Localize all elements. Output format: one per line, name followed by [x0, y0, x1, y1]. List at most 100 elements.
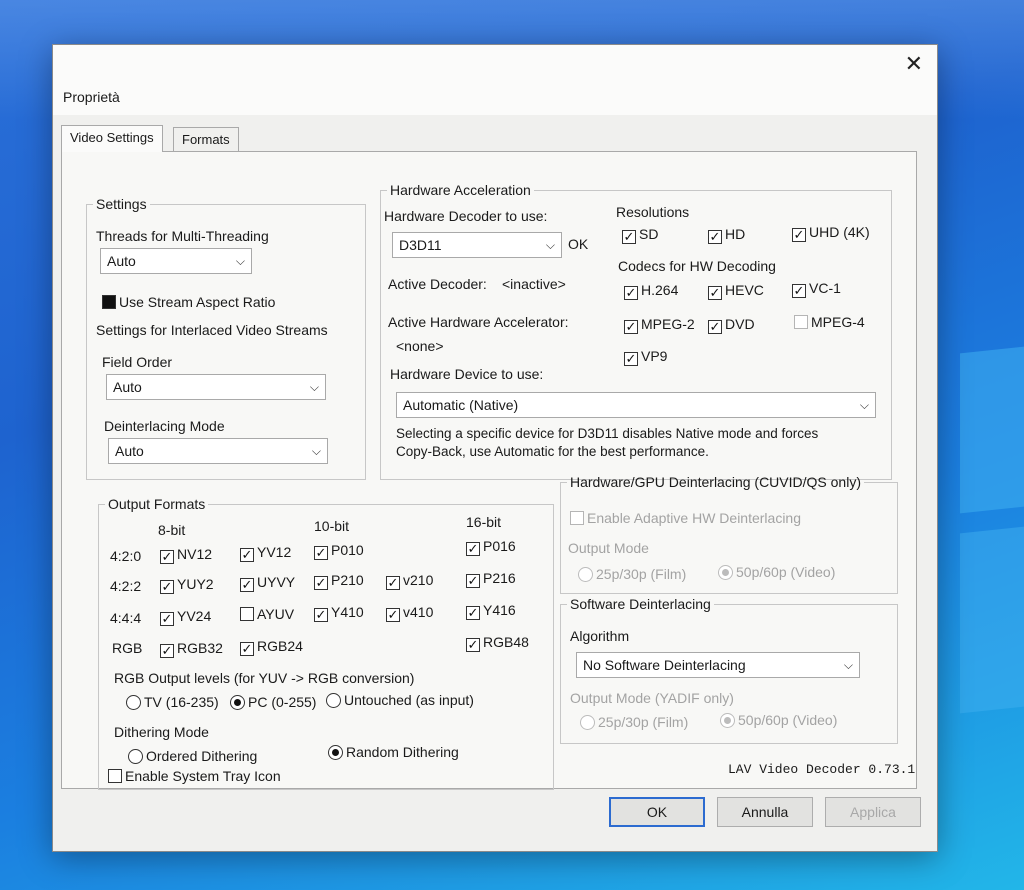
checkmark-icon: ✓: [624, 351, 638, 366]
tray-icon-checkbox[interactable]: Enable System Tray Icon: [108, 768, 281, 784]
dither-ordered-label: Ordered Dithering: [146, 748, 258, 764]
stream-aspect-checkbox[interactable]: Use Stream Aspect Ratio: [102, 294, 275, 310]
fmt-p016-checkbox[interactable]: ✓ P016: [466, 538, 516, 556]
fmt-rgb32-label: RGB32: [177, 640, 223, 656]
tray-icon-label: Enable System Tray Icon: [125, 768, 281, 784]
codec-dvd-label: DVD: [725, 316, 755, 332]
dither-ordered-radio[interactable]: Ordered Dithering: [128, 748, 257, 764]
desktop-logo-pane: [960, 526, 1024, 714]
codec-mpeg2-checkbox[interactable]: ✓ MPEG-2: [624, 316, 695, 334]
fmt-p010-checkbox[interactable]: ✓ P010: [314, 542, 364, 560]
fmt-nv12-checkbox[interactable]: ✓ NV12: [160, 546, 212, 564]
fmt-v210-label: v210: [403, 572, 434, 588]
hw-device-value: Automatic (Native): [403, 397, 519, 413]
radio-off-icon: [126, 695, 141, 710]
checkmark-icon: ✓: [160, 549, 174, 564]
codec-mpeg2-label: MPEG-2: [641, 316, 695, 332]
codec-mpeg4-checkbox[interactable]: MPEG-4: [794, 314, 865, 330]
dither-random-radio[interactable]: Random Dithering: [328, 744, 459, 760]
hw-decoder-dropdown[interactable]: D3D11 ⌵: [392, 232, 562, 258]
close-icon[interactable]: ✕: [905, 51, 923, 77]
hw-film-radio[interactable]: 25p/30p (Film): [578, 566, 686, 582]
fmt-p216-checkbox[interactable]: ✓ P216: [466, 570, 516, 588]
fmt-rgb48-checkbox[interactable]: ✓ RGB48: [466, 634, 529, 652]
checkmark-icon: ✓: [314, 575, 328, 590]
fmt-rgb24-checkbox[interactable]: ✓ RGB24: [240, 638, 303, 656]
radio-on-icon: [720, 713, 735, 728]
codec-dvd-checkbox[interactable]: ✓ DVD: [708, 316, 755, 334]
fmt-v410-checkbox[interactable]: ✓ v410: [386, 604, 433, 622]
tab-video-settings[interactable]: Video Settings: [61, 125, 163, 152]
row-420-label: 4:2:0: [110, 548, 142, 564]
fmt-y410-checkbox[interactable]: ✓ Y410: [314, 604, 364, 622]
rgb-tv-label: TV (16-235): [144, 694, 219, 710]
codec-vp9-checkbox[interactable]: ✓ VP9: [624, 348, 667, 366]
fmt-rgb48-label: RGB48: [483, 634, 529, 650]
res-uhd-checkbox[interactable]: ✓ UHD (4K): [792, 224, 870, 242]
hw-decoder-label: Hardware Decoder to use:: [384, 208, 548, 224]
rgb-pc-radio[interactable]: PC (0-255): [230, 694, 316, 710]
radio-off-icon: [326, 693, 341, 708]
sw-video-radio[interactable]: 50p/60p (Video): [720, 712, 837, 728]
hw-video-radio[interactable]: 50p/60p (Video): [718, 564, 835, 580]
col-10bit-label: 10-bit: [314, 518, 350, 534]
adaptive-hw-deint-checkbox[interactable]: Enable Adaptive HW Deinterlacing: [570, 510, 801, 526]
stream-aspect-label: Use Stream Aspect Ratio: [119, 294, 276, 310]
active-accel-label: Active Hardware Accelerator:: [388, 314, 569, 330]
tab-formats[interactable]: Formats: [173, 127, 239, 152]
res-sd-checkbox[interactable]: ✓ SD: [622, 226, 658, 244]
hw-device-label: Hardware Device to use:: [390, 366, 544, 382]
fmt-yv12-label: YV12: [257, 544, 292, 560]
res-sd-label: SD: [639, 226, 659, 242]
hw-accel-legend: Hardware Acceleration: [390, 182, 531, 198]
fmt-yuy2-checkbox[interactable]: ✓ YUY2: [160, 576, 214, 594]
codec-h264-checkbox[interactable]: ✓ H.264: [624, 282, 678, 300]
hw-decoder-status: OK: [568, 236, 589, 252]
ok-button[interactable]: OK: [609, 797, 705, 827]
fmt-rgb32-checkbox[interactable]: ✓ RGB32: [160, 640, 223, 658]
rgb-untouched-radio[interactable]: Untouched (as input): [326, 692, 474, 708]
title-bar: Proprietà ✕: [53, 45, 937, 115]
rgb-tv-radio[interactable]: TV (16-235): [126, 694, 219, 710]
checkmark-icon: ✓: [466, 637, 480, 652]
hw-note-line1: Selecting a specific device for D3D11 di…: [396, 426, 819, 441]
checkmark-icon: ✓: [792, 283, 806, 298]
fmt-v410-label: v410: [403, 604, 434, 620]
fmt-ayuv-checkbox[interactable]: AYUV: [240, 606, 294, 622]
deint-mode-dropdown[interactable]: Auto ⌵: [108, 438, 328, 464]
fmt-v210-checkbox[interactable]: ✓ v210: [386, 572, 433, 590]
res-hd-checkbox[interactable]: ✓ HD: [708, 226, 745, 244]
fmt-yuy2-label: YUY2: [177, 576, 214, 592]
desktop-logo-pane: [960, 346, 1024, 514]
dither-random-label: Random Dithering: [346, 744, 459, 760]
deint-mode-value: Auto: [115, 443, 144, 459]
active-accel-value: <none>: [396, 338, 444, 354]
algorithm-dropdown[interactable]: No Software Deinterlacing ⌵: [576, 652, 860, 678]
sw-film-radio[interactable]: 25p/30p (Film): [580, 714, 688, 730]
chevron-down-icon: ⌵: [311, 444, 321, 458]
checkbox-empty-icon: [108, 769, 122, 783]
field-order-dropdown[interactable]: Auto ⌵: [106, 374, 326, 400]
threads-dropdown[interactable]: Auto ⌵: [100, 248, 252, 274]
codec-hevc-checkbox[interactable]: ✓ HEVC: [708, 282, 764, 300]
hw-note-line2: Copy-Back, use Automatic for the best pe…: [396, 444, 709, 459]
checkmark-icon: ✓: [466, 573, 480, 588]
fmt-yv24-checkbox[interactable]: ✓ YV24: [160, 608, 211, 626]
dither-label: Dithering Mode: [114, 724, 209, 740]
checkbox-empty-icon: [570, 511, 584, 525]
radio-on-icon: [328, 745, 343, 760]
apply-button[interactable]: Applica: [825, 797, 921, 827]
checkbox-empty-icon: [794, 315, 808, 329]
fmt-yv24-label: YV24: [177, 608, 212, 624]
hw-device-dropdown[interactable]: Automatic (Native) ⌵: [396, 392, 876, 418]
fmt-nv12-label: NV12: [177, 546, 213, 562]
fmt-yv12-checkbox[interactable]: ✓ YV12: [240, 544, 291, 562]
hw-video-label: 50p/60p (Video): [736, 564, 836, 580]
fmt-p210-checkbox[interactable]: ✓ P210: [314, 572, 364, 590]
fmt-y416-checkbox[interactable]: ✓ Y416: [466, 602, 516, 620]
codec-vc1-checkbox[interactable]: ✓ VC-1: [792, 280, 841, 298]
fmt-uyvy-checkbox[interactable]: ✓ UYVY: [240, 574, 295, 592]
radio-off-icon: [580, 715, 595, 730]
active-decoder-value: <inactive>: [502, 276, 566, 292]
cancel-button[interactable]: Annulla: [717, 797, 813, 827]
